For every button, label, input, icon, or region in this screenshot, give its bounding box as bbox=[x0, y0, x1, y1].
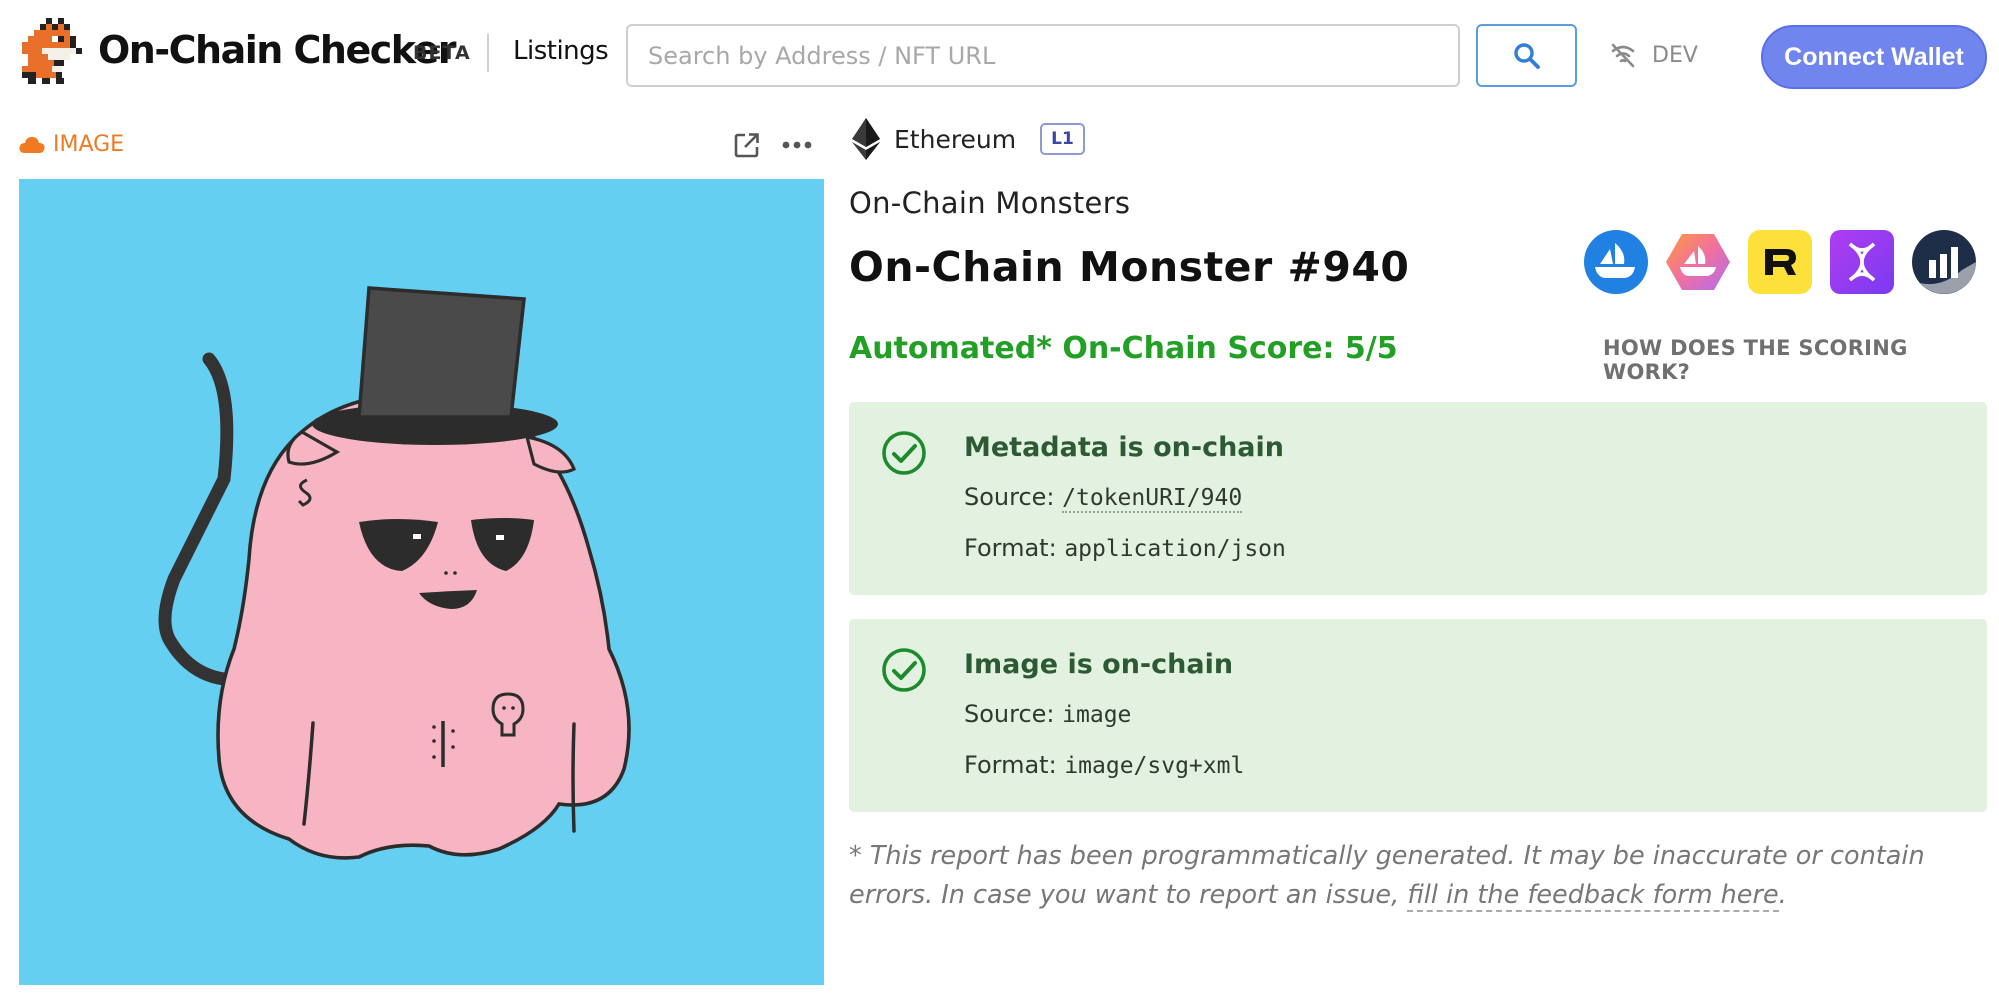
chain-layer-badge: L1 bbox=[1040, 123, 1085, 155]
media-type-label: IMAGE bbox=[19, 132, 124, 157]
check-source: Source: image bbox=[964, 700, 1131, 728]
report-disclaimer: * This report has been programmatically … bbox=[849, 837, 1979, 915]
nav-divider bbox=[487, 34, 489, 72]
check-circle-icon bbox=[882, 648, 926, 692]
listings-link[interactable]: Listings bbox=[513, 36, 609, 66]
connect-wallet-button[interactable]: Connect Wallet bbox=[1761, 25, 1987, 89]
format-label: Format: bbox=[964, 534, 1057, 562]
genie-link[interactable] bbox=[1830, 230, 1894, 294]
search-button[interactable] bbox=[1476, 24, 1577, 87]
search-icon bbox=[1513, 42, 1540, 69]
chain-info: Ethereum L1 bbox=[852, 118, 1085, 160]
nft-title: On-Chain Monster #940 bbox=[849, 243, 1410, 291]
beta-badge: BETA bbox=[413, 42, 471, 64]
on-chain-score: Automated* On-Chain Score: 5/5 bbox=[849, 331, 1398, 366]
brand-title[interactable]: On-Chain Checker bbox=[98, 28, 457, 72]
source-label: Source: bbox=[964, 483, 1055, 511]
external-link-icon bbox=[734, 133, 759, 158]
looksrare-hex-icon bbox=[1666, 234, 1730, 290]
marketplace-links bbox=[1584, 230, 1976, 294]
source-label: Source: bbox=[964, 700, 1055, 728]
rarible-icon bbox=[1748, 230, 1812, 294]
dev-toggle[interactable]: DEV bbox=[1608, 40, 1698, 70]
dna-marketplace-icon bbox=[1830, 230, 1894, 294]
looksrare-link[interactable] bbox=[1666, 230, 1730, 294]
nft-stats-icon bbox=[1912, 230, 1976, 294]
format-value: application/json bbox=[1064, 536, 1286, 562]
metadata-check-card: Metadata is on-chain Source: /tokenURI/9… bbox=[849, 402, 1987, 595]
check-circle-icon bbox=[882, 431, 926, 475]
format-label: Format: bbox=[964, 751, 1057, 779]
rarible-link[interactable] bbox=[1748, 230, 1812, 294]
format-value: image/svg+xml bbox=[1064, 753, 1245, 779]
opensea-link[interactable] bbox=[1584, 230, 1648, 294]
opensea-icon bbox=[1584, 230, 1648, 294]
fox-logo-icon[interactable] bbox=[20, 18, 82, 86]
wifi-off-icon bbox=[1611, 43, 1635, 68]
chain-name: Ethereum bbox=[894, 124, 1017, 154]
check-format: Format: application/json bbox=[964, 534, 1286, 562]
media-type-text: IMAGE bbox=[53, 132, 125, 157]
disclaimer-end: . bbox=[1778, 880, 1787, 910]
check-title: Metadata is on-chain bbox=[964, 432, 1285, 463]
feedback-form-link[interactable]: fill in the feedback form here bbox=[1407, 880, 1779, 912]
more-options-button[interactable] bbox=[780, 128, 814, 162]
collection-name[interactable]: On-Chain Monsters bbox=[849, 186, 1130, 220]
more-horizontal-icon bbox=[782, 141, 812, 149]
source-link[interactable]: /tokenURI/940 bbox=[1062, 485, 1243, 513]
scoring-help-link[interactable]: HOW DOES THE SCORING WORK? bbox=[1603, 336, 1999, 384]
source-value: image bbox=[1062, 702, 1132, 728]
top-navbar: On-Chain Checker BETA Listings DEV Conne… bbox=[0, 0, 1999, 112]
check-format: Format: image/svg+xml bbox=[964, 751, 1244, 779]
dev-label: DEV bbox=[1652, 42, 1698, 68]
check-source: Source: /tokenURI/940 bbox=[964, 483, 1243, 513]
cloud-icon bbox=[19, 136, 45, 153]
open-external-button[interactable] bbox=[730, 128, 764, 162]
search-input[interactable] bbox=[626, 24, 1460, 87]
check-title: Image is on-chain bbox=[964, 649, 1234, 680]
nft-image[interactable] bbox=[19, 179, 824, 985]
nft-stats-link[interactable] bbox=[1912, 230, 1976, 294]
ethereum-icon bbox=[852, 118, 880, 160]
image-check-card: Image is on-chain Source: image Format: … bbox=[849, 619, 1987, 812]
